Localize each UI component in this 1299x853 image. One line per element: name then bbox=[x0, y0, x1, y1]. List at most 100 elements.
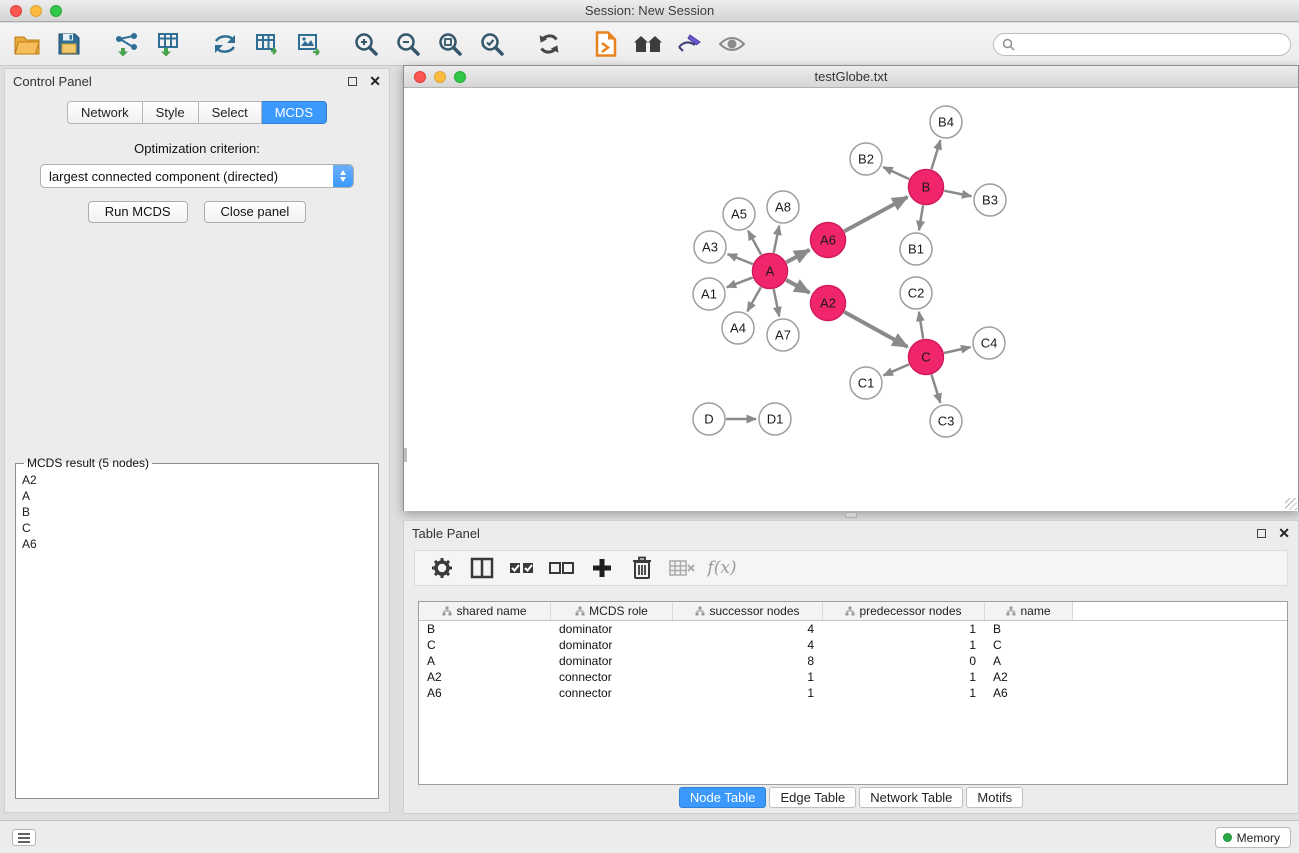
table-row[interactable]: A2connector11A2 bbox=[419, 669, 1287, 685]
node-A6[interactable]: A6 bbox=[811, 223, 846, 258]
node-A7[interactable]: A7 bbox=[767, 319, 799, 351]
delete-table-button[interactable] bbox=[667, 553, 697, 583]
result-item[interactable]: B bbox=[20, 504, 374, 520]
optimization-dropdown[interactable]: largest connected component (directed) bbox=[40, 164, 354, 188]
node-C3[interactable]: C3 bbox=[930, 405, 962, 437]
search-input[interactable] bbox=[1019, 38, 1282, 52]
splitter-handle[interactable] bbox=[845, 512, 857, 518]
node-A5[interactable]: A5 bbox=[723, 198, 755, 230]
node-B4[interactable]: B4 bbox=[930, 106, 962, 138]
close-panel-button[interactable]: ✕ bbox=[369, 74, 381, 88]
edge-A-A5[interactable] bbox=[748, 231, 761, 255]
edge-C-C4[interactable] bbox=[944, 347, 970, 353]
zoom-in-button[interactable] bbox=[345, 26, 387, 62]
table-row[interactable]: Bdominator41B bbox=[419, 621, 1287, 637]
table-close-button[interactable]: ✕ bbox=[1278, 526, 1290, 540]
export-network-button[interactable] bbox=[204, 26, 246, 62]
node-D[interactable]: D bbox=[693, 403, 725, 435]
tab-edge-table[interactable]: Edge Table bbox=[769, 787, 856, 808]
show-hide-button[interactable] bbox=[711, 26, 753, 62]
table-row[interactable]: Adominator80A bbox=[419, 653, 1287, 669]
node-A3[interactable]: A3 bbox=[694, 231, 726, 263]
deselect-all-button[interactable] bbox=[547, 553, 577, 583]
column-header-name[interactable]: name bbox=[985, 602, 1073, 620]
edge-A-A3[interactable] bbox=[728, 254, 753, 264]
tab-select[interactable]: Select bbox=[199, 101, 262, 124]
edge-A-A6[interactable] bbox=[786, 250, 809, 262]
table-row[interactable]: Cdominator41C bbox=[419, 637, 1287, 653]
edge-C-C2[interactable] bbox=[919, 312, 923, 339]
resize-grip[interactable] bbox=[1285, 498, 1297, 510]
node-C[interactable]: C bbox=[909, 340, 944, 375]
function-builder-button[interactable]: f(x) bbox=[707, 553, 737, 583]
edge-B-B1[interactable] bbox=[919, 205, 923, 230]
node-A8[interactable]: A8 bbox=[767, 191, 799, 223]
result-item[interactable]: C bbox=[20, 520, 374, 536]
table-row[interactable]: A6connector11A6 bbox=[419, 685, 1287, 701]
edge-C-C1[interactable] bbox=[883, 364, 909, 375]
save-session-button[interactable] bbox=[48, 26, 90, 62]
session-file-button[interactable] bbox=[585, 26, 627, 62]
home-button[interactable] bbox=[627, 26, 669, 62]
edge-B-B3[interactable] bbox=[944, 191, 971, 197]
tab-style[interactable]: Style bbox=[143, 101, 199, 124]
column-header-successor-nodes[interactable]: successor nodes bbox=[673, 602, 823, 620]
float-panel-button[interactable] bbox=[348, 77, 357, 86]
tab-mcds[interactable]: MCDS bbox=[262, 101, 327, 124]
zoom-selected-button[interactable] bbox=[471, 26, 513, 62]
open-session-button[interactable] bbox=[6, 26, 48, 62]
edge-C-C3[interactable] bbox=[932, 375, 941, 403]
tab-motifs[interactable]: Motifs bbox=[966, 787, 1023, 808]
column-header-MCDS-role[interactable]: MCDS role bbox=[551, 602, 673, 620]
import-table-button[interactable] bbox=[147, 26, 189, 62]
export-image-button[interactable] bbox=[288, 26, 330, 62]
node-D1[interactable]: D1 bbox=[759, 403, 791, 435]
node-C2[interactable]: C2 bbox=[900, 277, 932, 309]
task-history-button[interactable] bbox=[12, 829, 36, 846]
node-B3[interactable]: B3 bbox=[974, 184, 1006, 216]
edge-B-B4[interactable] bbox=[931, 140, 940, 169]
node-C4[interactable]: C4 bbox=[973, 327, 1005, 359]
column-header-predecessor-nodes[interactable]: predecessor nodes bbox=[823, 602, 985, 620]
table-settings-button[interactable] bbox=[427, 553, 457, 583]
edge-A6-B[interactable] bbox=[844, 197, 907, 231]
edge-A-A7[interactable] bbox=[774, 289, 780, 316]
zoom-fit-button[interactable] bbox=[429, 26, 471, 62]
close-panel-button-2[interactable]: Close panel bbox=[204, 201, 307, 223]
result-item[interactable]: A6 bbox=[20, 536, 374, 552]
export-table-button[interactable] bbox=[246, 26, 288, 62]
node-C1[interactable]: C1 bbox=[850, 367, 882, 399]
edge-A2-C[interactable] bbox=[844, 312, 907, 347]
result-item[interactable]: A bbox=[20, 488, 374, 504]
run-mcds-button[interactable]: Run MCDS bbox=[88, 201, 188, 223]
node-A[interactable]: A bbox=[753, 254, 788, 289]
add-row-button[interactable] bbox=[587, 553, 617, 583]
show-columns-button[interactable] bbox=[467, 553, 497, 583]
annotation-button[interactable] bbox=[669, 26, 711, 62]
select-all-button[interactable] bbox=[507, 553, 537, 583]
edge-A-A4[interactable] bbox=[747, 287, 761, 311]
apply-layout-button[interactable] bbox=[528, 26, 570, 62]
node-B1[interactable]: B1 bbox=[900, 233, 932, 265]
node-A2[interactable]: A2 bbox=[811, 286, 846, 321]
table-float-button[interactable] bbox=[1257, 529, 1266, 538]
delete-selected-button[interactable] bbox=[627, 553, 657, 583]
node-B2[interactable]: B2 bbox=[850, 143, 882, 175]
edge-B-B2[interactable] bbox=[883, 167, 909, 179]
node-A1[interactable]: A1 bbox=[693, 278, 725, 310]
node-A4[interactable]: A4 bbox=[722, 312, 754, 344]
memory-button[interactable]: Memory bbox=[1215, 827, 1291, 848]
network-graph[interactable]: B4 B2 B B3 A5 A8 A6 B1 A3 A C2 A1 A2 A4 A7 C4 C C1 C3 D D1 bbox=[404, 88, 1298, 511]
zoom-out-button[interactable] bbox=[387, 26, 429, 62]
edge-A-A2[interactable] bbox=[786, 280, 809, 293]
tab-node-table[interactable]: Node Table bbox=[679, 787, 767, 808]
node-B[interactable]: B bbox=[909, 170, 944, 205]
edge-A-A1[interactable] bbox=[727, 278, 753, 288]
tab-network[interactable]: Network bbox=[67, 101, 143, 124]
network-canvas[interactable]: B4 B2 B B3 A5 A8 A6 B1 A3 A C2 A1 A2 A4 A7 C4 C C1 C3 D D1 bbox=[404, 88, 1298, 511]
import-network-button[interactable] bbox=[105, 26, 147, 62]
column-header-shared-name[interactable]: shared name bbox=[419, 602, 551, 620]
tab-network-table[interactable]: Network Table bbox=[859, 787, 963, 808]
edge-A-A8[interactable] bbox=[774, 226, 780, 253]
result-item[interactable]: A2 bbox=[20, 472, 374, 488]
